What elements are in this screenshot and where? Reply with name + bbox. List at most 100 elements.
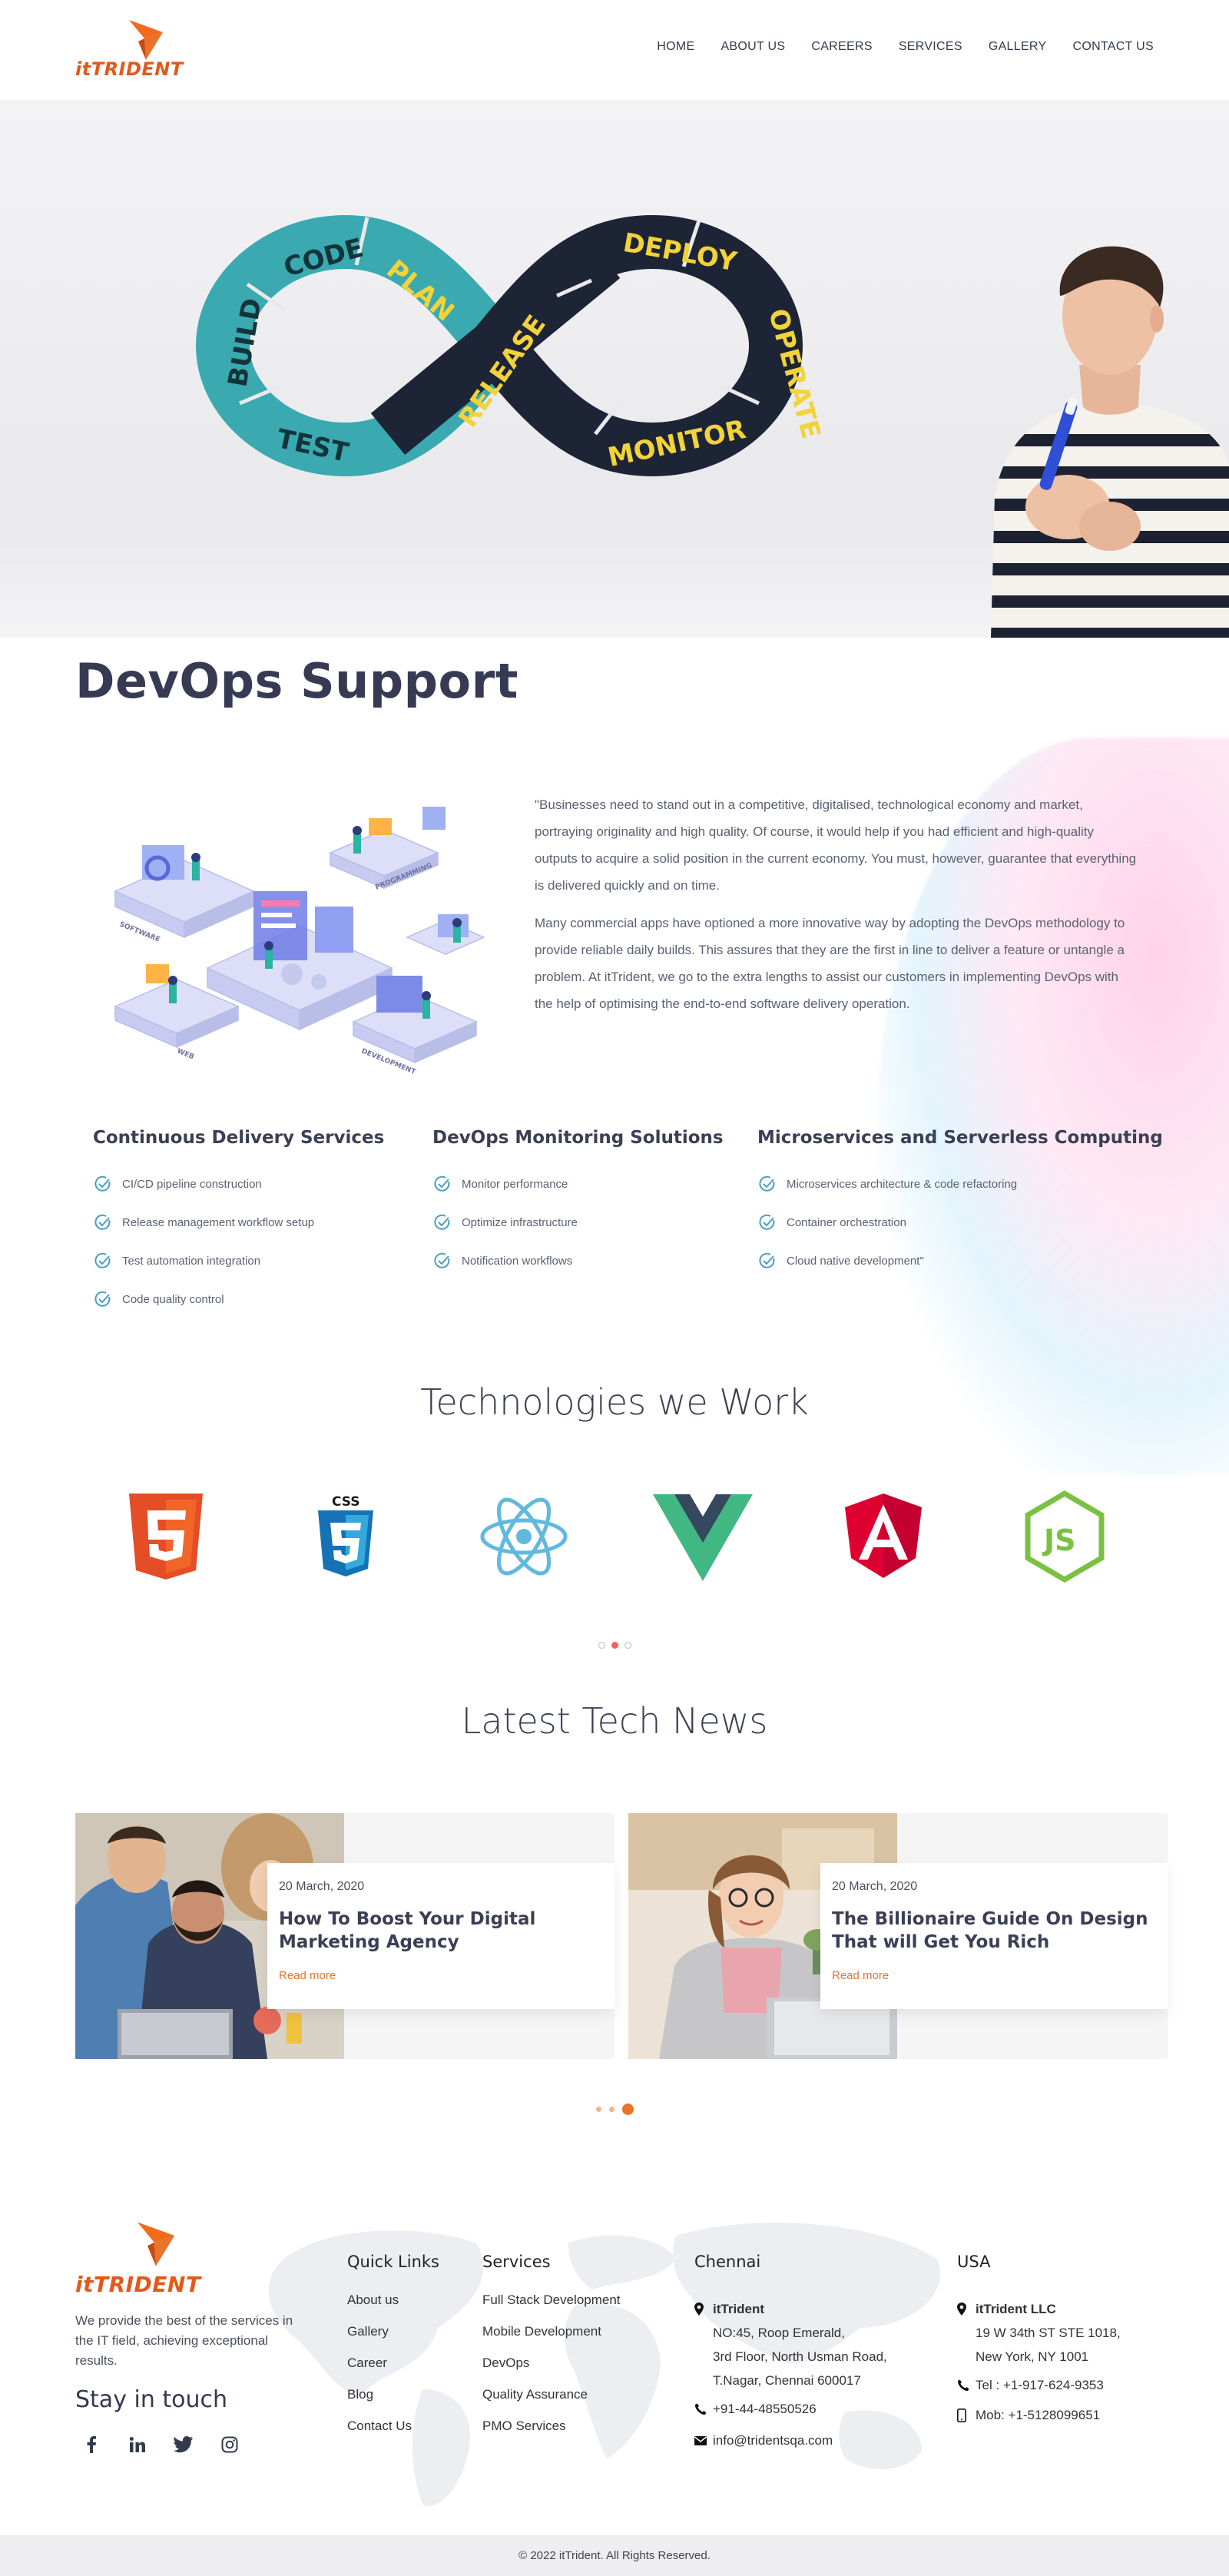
check-circle-icon: [434, 1175, 450, 1192]
footer-link-qa[interactable]: Quality Assurance: [482, 2387, 621, 2419]
facebook-icon[interactable]: [79, 2432, 104, 2457]
service-item: Release management workflow setup: [93, 1203, 384, 1242]
footer-services: Services Full Stack Development Mobile D…: [482, 2253, 621, 2450]
nav-about-us[interactable]: ABOUT US: [721, 40, 785, 54]
carousel-dot[interactable]: [624, 1642, 631, 1649]
service-item: Notification workflows: [432, 1242, 724, 1280]
chennai-office-name: itTrident: [713, 2302, 765, 2316]
footer-about-text: We provide the best of the services in t…: [75, 2313, 293, 2368]
carousel-dot[interactable]: [598, 1642, 605, 1649]
nav-contact-us[interactable]: CONTACT US: [1072, 40, 1154, 54]
footer-link-about-us[interactable]: About us: [347, 2293, 439, 2324]
footer-chennai-address: itTrident NO:45, Roop Emerald, 3rd Floor…: [694, 2297, 887, 2452]
carousel-dot-active[interactable]: [621, 2104, 634, 2115]
nav-gallery[interactable]: GALLERY: [989, 40, 1047, 54]
footer-usa-address: itTrident LLC 19 W 34th ST STE 1018, New…: [957, 2297, 1121, 2427]
read-more-link[interactable]: Read more: [279, 1969, 336, 1982]
news-card-title[interactable]: The Billionaire Guide On Design That wil…: [832, 1908, 1156, 1954]
illustration-label-web: WEB: [176, 1048, 195, 1062]
footer-brand-logo[interactable]: itTRIDENT: [75, 2220, 237, 2297]
service-item: Test automation integration: [93, 1242, 384, 1280]
page-title: DevOps Support: [75, 653, 518, 709]
footer-link-devops[interactable]: DevOps: [482, 2356, 621, 2387]
carousel-dot[interactable]: [595, 2107, 601, 2112]
css-label: CSS: [332, 1494, 360, 1510]
footer-link-gallery[interactable]: Gallery: [347, 2324, 439, 2356]
stay-in-touch-title: Stay in touch: [75, 2386, 228, 2413]
service-item: Microservices architecture & code refact…: [757, 1165, 1163, 1203]
mobile-phone-icon: [957, 2403, 974, 2427]
svg-text:JS: JS: [1042, 1523, 1076, 1557]
usa-office-name: itTrident LLC: [976, 2302, 1056, 2316]
twitter-icon[interactable]: [171, 2432, 196, 2457]
nodejs-icon: JS: [1025, 1490, 1105, 1583]
service-column-continuous-delivery: Continuous Delivery Services CI/CD pipel…: [93, 1128, 384, 1318]
footer-link-full-stack[interactable]: Full Stack Development: [482, 2293, 621, 2324]
vue-icon: [653, 1494, 753, 1581]
news-card[interactable]: 20 March, 2020 How To Boost Your Digital…: [75, 1813, 614, 2059]
footer-column-title: Quick Links: [347, 2253, 440, 2271]
check-circle-icon: [434, 1214, 450, 1230]
read-more-link[interactable]: Read more: [832, 1969, 889, 1982]
check-circle-icon: [759, 1214, 775, 1230]
nav-services[interactable]: SERVICES: [899, 40, 962, 54]
devops-isometric-illustration: SOFTWARE PROGRAMMING WEB DEVELOPMENT: [114, 807, 485, 1076]
news-carousel-dots: [0, 2104, 1229, 2115]
check-circle-icon: [94, 1291, 111, 1307]
nav-careers[interactable]: CAREERS: [811, 40, 872, 54]
service-column-microservices: Microservices and Serverless Computing M…: [757, 1128, 1163, 1280]
service-column-monitoring: DevOps Monitoring Solutions Monitor perf…: [432, 1128, 724, 1280]
footer-brand-name: itTRIDENT: [75, 2272, 201, 2297]
site-header: itTRIDENT HOME ABOUT US CAREERS SERVICES…: [0, 0, 1229, 100]
footer-column-title: Services: [482, 2253, 551, 2271]
service-item: Cloud native development": [757, 1242, 1163, 1280]
service-item: Container orchestration: [757, 1203, 1163, 1242]
footer-link-blog[interactable]: Blog: [347, 2387, 439, 2419]
location-pin-icon: [694, 2297, 711, 2321]
brand-logo[interactable]: itTRIDENT: [75, 18, 206, 80]
footer-link-contact-us[interactable]: Contact Us: [347, 2419, 439, 2450]
brand-name: itTRIDENT: [75, 58, 184, 80]
footer-link-pmo[interactable]: PMO Services: [482, 2419, 621, 2450]
envelope-icon: [694, 2428, 711, 2452]
devops-infinity-loop: CODE PLAN BUILD TEST RELEASE DEPLOY OPER…: [195, 214, 822, 477]
trident-logo-icon: [129, 20, 163, 60]
technologies-title: Technologies we Work: [420, 1381, 809, 1423]
usa-mobile[interactable]: Mob: +1-5128099651: [976, 2403, 1100, 2427]
news-title: Latest Tech News: [461, 1700, 768, 1742]
check-circle-icon: [94, 1252, 111, 1268]
technologies-carousel: CSS JS: [0, 1490, 1229, 1583]
location-pin-icon: [957, 2297, 974, 2321]
check-circle-icon: [94, 1214, 111, 1230]
service-column-title: Continuous Delivery Services: [93, 1128, 385, 1148]
linkedin-icon[interactable]: [125, 2432, 150, 2457]
carousel-dot-active[interactable]: [611, 1642, 618, 1649]
news-card[interactable]: 20 March, 2020 The Billionaire Guide On …: [628, 1813, 1168, 2059]
footer-column-title: Chennai: [694, 2253, 761, 2271]
instagram-icon[interactable]: [217, 2432, 242, 2457]
technologies-carousel-dots: [0, 1642, 1229, 1649]
footer-chennai-title: Chennai: [694, 2253, 760, 2293]
check-circle-icon: [759, 1175, 775, 1192]
nav-home[interactable]: HOME: [657, 40, 694, 54]
footer-link-career[interactable]: Career: [347, 2356, 439, 2387]
footer-link-mobile[interactable]: Mobile Development: [482, 2324, 621, 2356]
chennai-phone[interactable]: +91-44-48550526: [713, 2397, 817, 2421]
intro-text: "Businesses need to stand out in a compe…: [535, 791, 1138, 1028]
news-card-title[interactable]: How To Boost Your Digital Marketing Agen…: [279, 1908, 603, 1954]
carousel-dot[interactable]: [608, 2107, 614, 2112]
service-item: CI/CD pipeline construction: [93, 1165, 384, 1203]
news-card-date: 20 March, 2020: [279, 1880, 365, 1893]
social-links: [79, 2432, 242, 2457]
service-item: Optimize infrastructure: [432, 1203, 724, 1242]
css3-icon: CSS: [318, 1494, 373, 1576]
copyright-bar: © 2022 itTrident. All Rights Reserved.: [0, 2535, 1229, 2576]
service-column-title: DevOps Monitoring Solutions: [432, 1128, 724, 1148]
news-card-content: 20 March, 2020 The Billionaire Guide On …: [820, 1863, 1168, 2009]
trident-logo-icon: [137, 2222, 175, 2266]
news-card-date: 20 March, 2020: [832, 1880, 918, 1893]
usa-tel[interactable]: Tel : +1-917-624-9353: [976, 2373, 1104, 2397]
service-column-title: Microservices and Serverless Computing: [757, 1128, 1163, 1148]
presenter-photo: [991, 246, 1229, 638]
chennai-email[interactable]: info@tridentsqa.com: [713, 2428, 833, 2452]
